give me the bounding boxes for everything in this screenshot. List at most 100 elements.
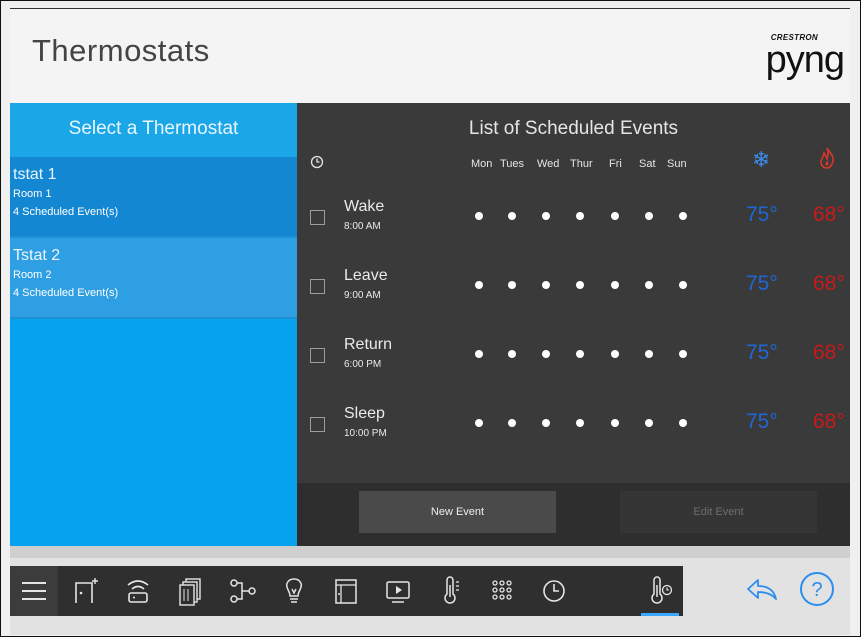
day-dot	[475, 212, 483, 220]
wifi-router-icon[interactable]	[120, 573, 156, 609]
keypad-icon[interactable]	[484, 573, 520, 609]
day-dot	[508, 281, 516, 289]
heat-setpoint: 68°	[813, 341, 845, 364]
snowflake-icon: ❄	[752, 147, 771, 172]
day-dot	[679, 212, 687, 220]
day-mon: Mon	[471, 158, 493, 170]
thermostat-room: Room 2	[13, 269, 52, 281]
day-dot	[611, 212, 619, 220]
event-time: 8:00 AM	[344, 221, 381, 232]
thermostat-list-panel: Select a Thermostat tstat 1 Room 1 4 Sch…	[10, 103, 297, 546]
back-icon[interactable]	[744, 574, 780, 604]
heat-setpoint: 68°	[813, 203, 845, 226]
clock-icon[interactable]	[536, 573, 572, 609]
app-window: Thermostats CRESTRON pyng Select a Therm…	[0, 0, 861, 637]
day-dot	[576, 350, 584, 358]
thermostat-event-count: 4 Scheduled Event(s)	[13, 206, 119, 218]
day-dot	[679, 281, 687, 289]
day-dot	[576, 212, 584, 220]
media-icon[interactable]	[380, 573, 416, 609]
day-sun: Sun	[667, 158, 687, 170]
logo-brand-big: pyng	[765, 39, 845, 81]
thermostat-room: Room 1	[13, 188, 52, 200]
day-dot	[475, 419, 483, 427]
heat-setpoint: 68°	[813, 410, 845, 433]
day-fri: Fri	[609, 158, 622, 170]
thermostat-name: Tstat 2	[13, 247, 61, 264]
thermostat-item-1[interactable]: tstat 1 Room 1 4 Scheduled Event(s)	[10, 157, 297, 238]
day-dot	[542, 350, 550, 358]
cool-setpoint: 75°	[746, 203, 778, 226]
cool-setpoint: 75°	[746, 410, 778, 433]
event-time: 6:00 PM	[344, 359, 382, 370]
menu-icon	[22, 582, 46, 600]
menu-button[interactable]	[10, 566, 58, 616]
heat-setpoint: 68°	[813, 272, 845, 295]
day-dot	[508, 212, 516, 220]
sequence-icon[interactable]	[224, 573, 260, 609]
day-dot	[542, 212, 550, 220]
event-name: Leave	[344, 267, 388, 284]
lightbulb-icon[interactable]	[276, 573, 312, 609]
day-dot	[645, 281, 653, 289]
day-dot	[508, 350, 516, 358]
event-checkbox[interactable]	[310, 210, 325, 225]
day-dot	[611, 350, 619, 358]
door-icon[interactable]	[328, 573, 364, 609]
day-dot	[679, 419, 687, 427]
cool-setpoint: 75°	[746, 272, 778, 295]
event-checkbox[interactable]	[310, 279, 325, 294]
day-dot	[508, 419, 516, 427]
crestron-pyng-logo: CRESTRON pyng	[740, 27, 850, 87]
event-row-wake[interactable]: Wake 8:00 AM 75° 68°	[297, 188, 850, 258]
day-dot	[645, 350, 653, 358]
header: Thermostats CRESTRON pyng	[10, 8, 850, 103]
thermostat-icon[interactable]	[642, 573, 678, 609]
event-row-return[interactable]: Return 6:00 PM 75° 68°	[297, 326, 850, 396]
bottom-divider	[10, 546, 850, 558]
day-dot	[475, 350, 483, 358]
day-dot	[576, 281, 584, 289]
event-checkbox[interactable]	[310, 348, 325, 363]
schedule-panel: List of Scheduled Events Mon Tues Wed Th…	[297, 103, 850, 546]
event-checkbox[interactable]	[310, 417, 325, 432]
thermostat-name: tstat 1	[13, 166, 57, 183]
temperature-icon[interactable]	[432, 573, 468, 609]
day-thur: Thur	[570, 158, 593, 170]
schedule-title: List of Scheduled Events	[468, 118, 679, 139]
bottom-bar: ?	[10, 546, 850, 635]
day-dot	[679, 350, 687, 358]
thermostat-event-count: 4 Scheduled Event(s)	[13, 287, 119, 299]
cool-setpoint: 75°	[746, 341, 778, 364]
event-row-leave[interactable]: Leave 9:00 AM 75° 68°	[297, 257, 850, 327]
day-dot	[542, 419, 550, 427]
event-name: Wake	[344, 198, 385, 215]
day-dot	[475, 281, 483, 289]
room-add-icon[interactable]	[68, 573, 104, 609]
clock-icon	[310, 155, 324, 169]
help-icon[interactable]: ?	[798, 570, 836, 608]
event-time: 10:00 PM	[344, 428, 387, 439]
day-dot	[611, 281, 619, 289]
day-sat: Sat	[639, 158, 656, 170]
event-name: Return	[344, 336, 393, 353]
shades-icon[interactable]	[172, 573, 208, 609]
day-dot	[645, 212, 653, 220]
svg-text:?: ?	[811, 579, 822, 601]
flame-icon	[820, 147, 834, 169]
day-dot	[542, 281, 550, 289]
day-dot	[645, 419, 653, 427]
new-event-button[interactable]: New Event	[359, 491, 556, 533]
event-row-sleep[interactable]: Sleep 10:00 PM 75° 68°	[297, 395, 850, 465]
page-title: Thermostats	[32, 33, 210, 68]
day-dot	[576, 419, 584, 427]
event-time: 9:00 AM	[344, 290, 381, 301]
edit-event-button[interactable]: Edit Event	[620, 491, 817, 533]
nav-toolbar	[10, 566, 683, 616]
thermostat-item-2[interactable]: Tstat 2 Room 2 4 Scheduled Event(s)	[10, 238, 297, 319]
day-tues: Tues	[500, 158, 525, 170]
day-wed: Wed	[537, 158, 560, 170]
event-name: Sleep	[344, 405, 385, 422]
active-tab-indicator	[641, 613, 679, 616]
day-dot	[611, 419, 619, 427]
